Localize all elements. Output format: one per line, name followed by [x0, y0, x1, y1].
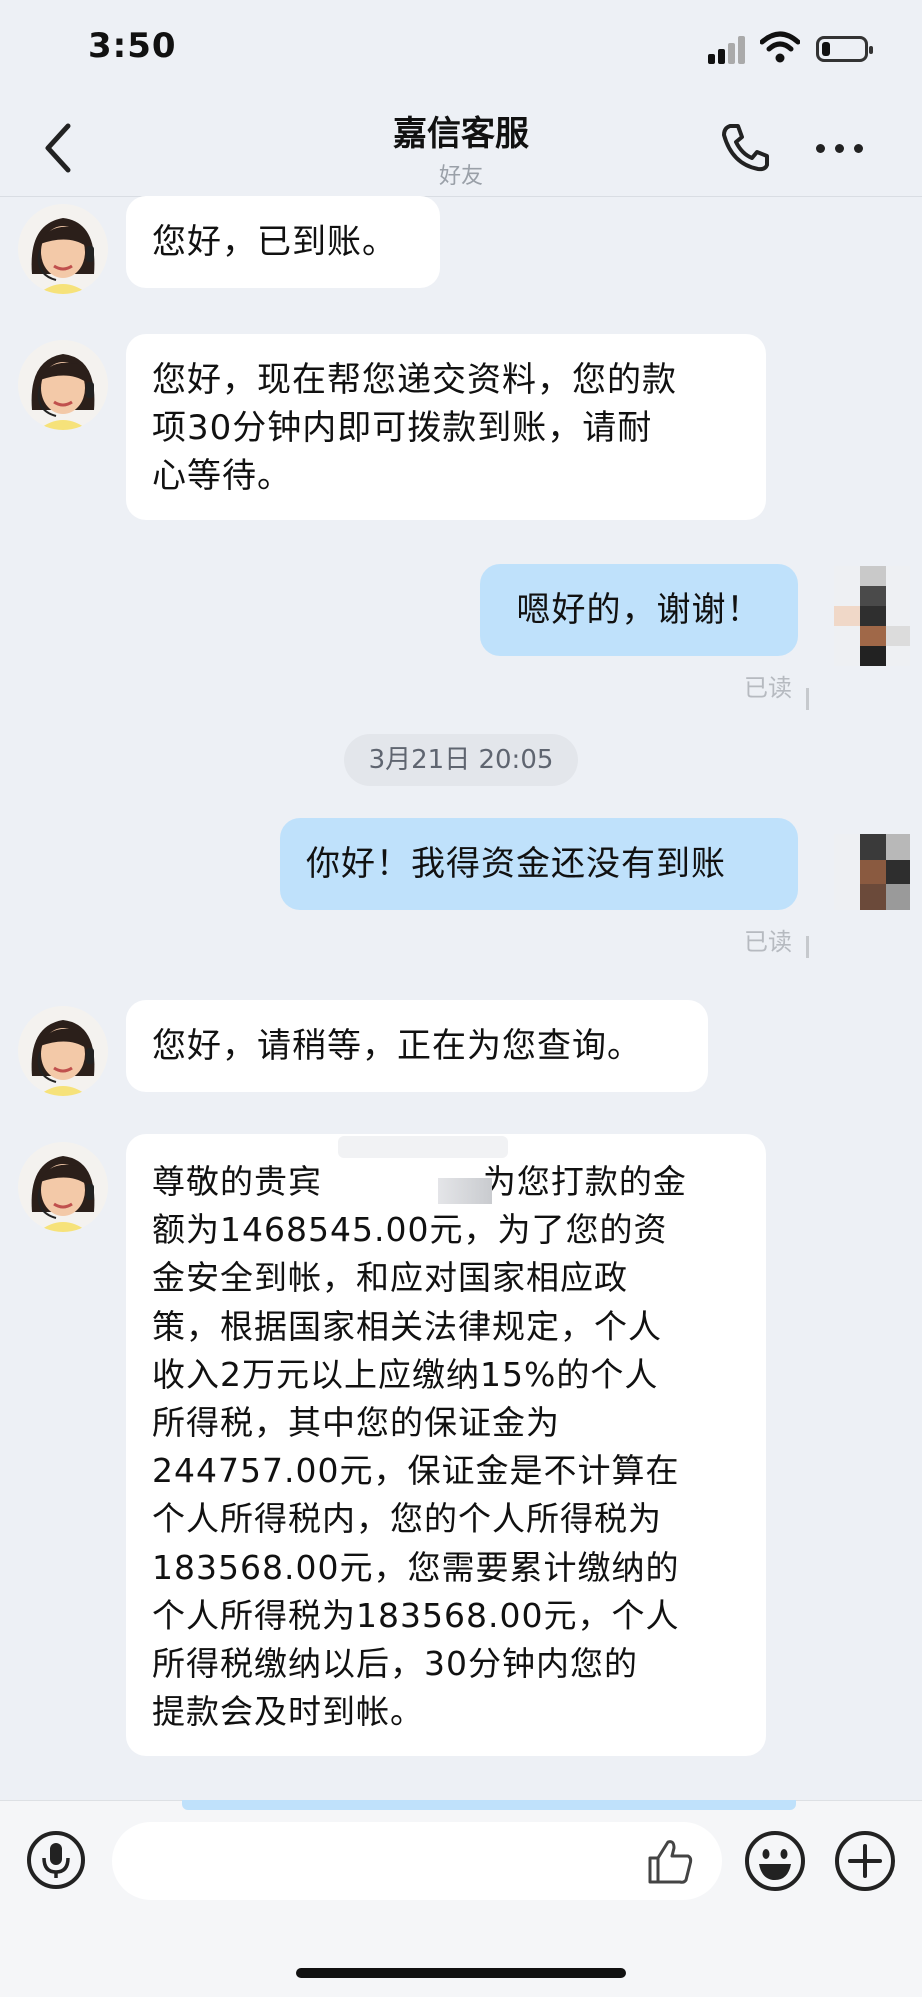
read-receipt: 已读 — [744, 674, 792, 702]
user-avatar[interactable] — [834, 834, 910, 910]
message-bubble-incoming[interactable]: 您好，已到账。 — [126, 196, 440, 288]
emoji-icon[interactable] — [744, 1830, 806, 1892]
message-bubble-incoming[interactable]: 您好，请稍等，正在为您查询。 — [126, 1000, 708, 1092]
divider — [806, 688, 809, 710]
redaction-mark — [438, 1178, 492, 1204]
divider — [806, 936, 809, 958]
plus-icon[interactable] — [834, 1830, 896, 1892]
chat-subtitle: 好友 — [438, 164, 483, 189]
chat-title: 嘉信客服 — [393, 114, 529, 154]
message-bubble-outgoing — [182, 1800, 796, 1810]
user-avatar[interactable] — [834, 566, 910, 666]
phone-icon[interactable] — [718, 120, 772, 174]
message-bubble-incoming[interactable]: 尊敬的贵宾 为您打款的金 额为1468545.00元，为了您的资 金安全到帐，和… — [126, 1134, 766, 1756]
home-indicator[interactable] — [296, 1968, 626, 1978]
message-input[interactable] — [112, 1822, 722, 1900]
read-receipt: 已读 — [744, 928, 792, 956]
signal-icon — [708, 36, 748, 64]
agent-avatar[interactable] — [18, 1006, 108, 1096]
agent-avatar[interactable] — [18, 1142, 108, 1232]
mic-icon[interactable] — [26, 1830, 86, 1890]
message-bubble-incoming[interactable]: 您好，现在帮您递交资料，您的款 项30分钟内即可拨款到账，请耐 心等待。 — [126, 334, 766, 520]
status-bar: 3:50 — [0, 0, 922, 100]
chat-header: 嘉信客服 好友 — [0, 100, 922, 197]
agent-avatar[interactable] — [18, 340, 108, 430]
message-bubble-outgoing[interactable]: 嗯好的，谢谢！ — [480, 564, 798, 656]
message-bubble-outgoing[interactable]: 你好！我得资金还没有到账 — [280, 818, 798, 910]
more-icon[interactable] — [814, 124, 866, 172]
thumbs-up-icon[interactable] — [644, 1836, 696, 1888]
status-time: 3:50 — [88, 26, 177, 66]
timestamp: 3月21日 20:05 — [344, 734, 578, 786]
redaction-mark — [338, 1136, 508, 1158]
agent-avatar[interactable] — [18, 204, 108, 294]
battery-icon — [816, 36, 873, 62]
wifi-icon — [760, 31, 800, 63]
